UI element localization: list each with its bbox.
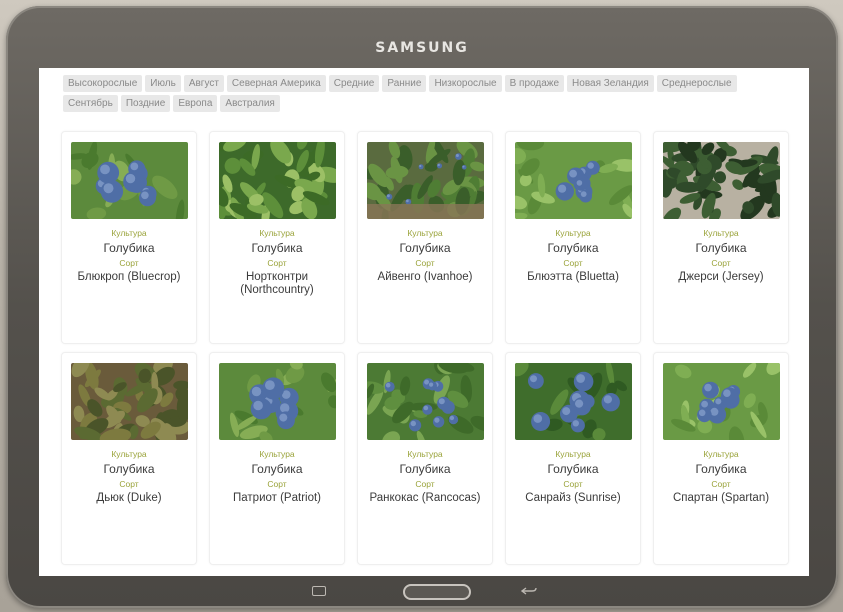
variety-name[interactable]: Блюэтта (Bluetta) bbox=[506, 271, 640, 284]
tablet-frame: SAMSUNG Высокорослые Июль Август Северная А… bbox=[6, 6, 838, 608]
variety-name[interactable]: Джерси (Jersey) bbox=[654, 271, 788, 284]
variety-name[interactable]: Дьюк (Duke) bbox=[62, 492, 196, 505]
variety-name[interactable]: Спартан (Spartan) bbox=[654, 492, 788, 505]
filter-tag[interactable]: Сентябрь bbox=[63, 95, 118, 112]
variety-card[interactable]: Культура Голубика Сорт Блюэтта (Bluetta) bbox=[505, 131, 641, 344]
variety-card[interactable]: Культура Голубика Сорт Ранкокас (Rancoca… bbox=[357, 352, 493, 565]
variety-photo[interactable] bbox=[218, 363, 336, 440]
filter-tag[interactable]: Северная Америка bbox=[226, 75, 326, 92]
variety-photo[interactable] bbox=[514, 142, 632, 219]
variety-card[interactable]: Культура Голубика Сорт Джерси (Jersey) bbox=[653, 131, 789, 344]
crop-name: Голубика bbox=[399, 462, 451, 476]
variety-name[interactable]: Айвенго (Ivanhoe) bbox=[358, 271, 492, 284]
device-brand-logo: SAMSUNG bbox=[375, 40, 469, 56]
variety-grid: Культура Голубика Сорт Блюкроп (Bluecrop… bbox=[61, 131, 789, 565]
variety-label: Сорт bbox=[119, 258, 139, 268]
variety-photo[interactable] bbox=[366, 363, 484, 440]
menu-key-icon[interactable] bbox=[312, 586, 326, 596]
variety-card[interactable]: Культура Голубика Сорт Блюкроп (Bluecrop… bbox=[61, 131, 197, 344]
variety-card[interactable]: Культура Голубика Сорт Айвенго (Ivanhoe) bbox=[357, 131, 493, 344]
variety-name[interactable]: Санрайз (Sunrise) bbox=[506, 492, 640, 505]
crop-label: Культура bbox=[703, 228, 739, 238]
variety-card[interactable]: Культура Голубика Сорт Спартан (Spartan) bbox=[653, 352, 789, 565]
crop-name: Голубика bbox=[547, 462, 599, 476]
filter-tag[interactable]: Средние bbox=[328, 75, 380, 92]
filter-tag[interactable]: Ранние bbox=[382, 75, 427, 92]
variety-photo[interactable] bbox=[218, 142, 336, 219]
crop-name: Голубика bbox=[399, 241, 451, 255]
variety-label: Сорт bbox=[711, 479, 731, 489]
variety-label: Сорт bbox=[563, 479, 583, 489]
system-nav-bar bbox=[6, 582, 838, 602]
variety-photo[interactable] bbox=[366, 142, 484, 219]
filter-tag[interactable]: Новая Зеландия bbox=[567, 75, 654, 92]
variety-card[interactable]: Культура Голубика Сорт Патриот (Patriot) bbox=[209, 352, 345, 565]
variety-card[interactable]: Культура Голубика Сорт Нортконтри (North… bbox=[209, 131, 345, 344]
variety-card[interactable]: Культура Голубика Сорт Дьюк (Duke) bbox=[61, 352, 197, 565]
filter-tag[interactable]: Август bbox=[183, 75, 224, 92]
variety-label: Сорт bbox=[415, 479, 435, 489]
variety-name[interactable]: Блюкроп (Bluecrop) bbox=[62, 271, 196, 284]
crop-label: Культура bbox=[259, 449, 295, 459]
variety-name[interactable]: Патриот (Patriot) bbox=[210, 492, 344, 505]
filter-tag[interactable]: Поздние bbox=[120, 95, 171, 112]
crop-label: Культура bbox=[111, 449, 147, 459]
app-screen: Высокорослые Июль Август Северная Америка Ср… bbox=[39, 68, 809, 576]
filter-tag[interactable]: Среднерослые bbox=[656, 75, 737, 92]
filter-tag[interactable]: Высокорослые bbox=[63, 75, 143, 92]
filter-tag[interactable]: Низкорослые bbox=[429, 75, 502, 92]
home-button[interactable] bbox=[403, 584, 471, 600]
crop-label: Культура bbox=[555, 228, 591, 238]
variety-label: Сорт bbox=[711, 258, 731, 268]
filter-tag[interactable]: В продаже bbox=[504, 75, 565, 92]
crop-name: Голубика bbox=[695, 462, 747, 476]
variety-photo[interactable] bbox=[662, 142, 780, 219]
variety-card[interactable]: Культура Голубика Сорт Санрайз (Sunrise) bbox=[505, 352, 641, 565]
filter-tag[interactable]: Июль bbox=[145, 75, 181, 92]
variety-photo[interactable] bbox=[70, 363, 188, 440]
variety-name[interactable]: Нортконтри (Northcountry) bbox=[210, 271, 344, 297]
variety-label: Сорт bbox=[563, 258, 583, 268]
crop-label: Культура bbox=[555, 449, 591, 459]
crop-name: Голубика bbox=[251, 462, 303, 476]
crop-name: Голубика bbox=[695, 241, 747, 255]
filter-tag[interactable]: Австралия bbox=[220, 95, 280, 112]
variety-photo[interactable] bbox=[514, 363, 632, 440]
variety-label: Сорт bbox=[119, 479, 139, 489]
crop-name: Голубика bbox=[547, 241, 599, 255]
crop-name: Голубика bbox=[103, 462, 155, 476]
crop-label: Культура bbox=[407, 449, 443, 459]
crop-label: Культура bbox=[111, 228, 147, 238]
variety-photo[interactable] bbox=[70, 142, 188, 219]
crop-label: Культура bbox=[703, 449, 739, 459]
crop-label: Культура bbox=[259, 228, 295, 238]
variety-name[interactable]: Ранкокас (Rancocas) bbox=[358, 492, 492, 505]
variety-photo[interactable] bbox=[662, 363, 780, 440]
crop-label: Культура bbox=[407, 228, 443, 238]
back-key-icon[interactable] bbox=[521, 586, 537, 596]
crop-name: Голубика bbox=[103, 241, 155, 255]
variety-label: Сорт bbox=[267, 258, 287, 268]
variety-label: Сорт bbox=[415, 258, 435, 268]
variety-label: Сорт bbox=[267, 479, 287, 489]
crop-name: Голубика bbox=[251, 241, 303, 255]
filter-tag[interactable]: Европа bbox=[173, 95, 218, 112]
filter-tags: Высокорослые Июль Август Северная Америка Ср… bbox=[63, 75, 763, 112]
